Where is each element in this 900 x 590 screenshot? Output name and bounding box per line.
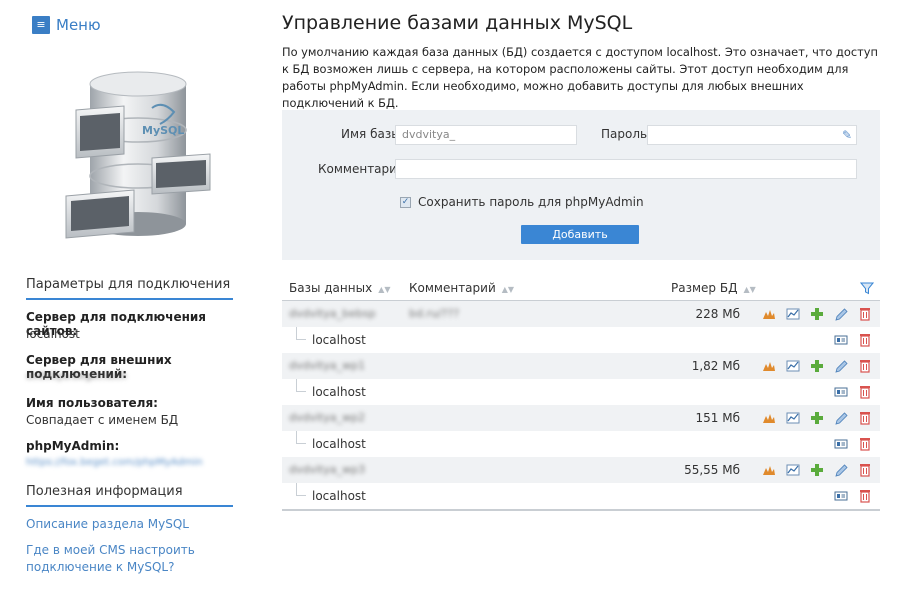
add-access-icon[interactable]: [810, 462, 824, 478]
col-comment-header[interactable]: Комментарий ▲▼: [409, 281, 514, 295]
add-db-form: Имя базы: dvdvitya_ Пароль: ✎ Комментари…: [282, 110, 880, 260]
username-value: Совпадает с именем БД: [26, 413, 179, 427]
table-row: dvdvitya_bebsp bd.ru/??? 228 Мб: [282, 301, 880, 327]
save-password-label: Сохранить пароль для phpMyAdmin: [418, 195, 644, 209]
col-comment-label: Комментарий: [409, 281, 496, 295]
table-row: dvdvitya_wp2 151 Мб: [282, 405, 880, 431]
access-host: localhost: [312, 437, 366, 451]
db-name: dvdvitya_wp3: [289, 463, 366, 476]
ip-access-icon[interactable]: [834, 488, 848, 504]
edit-icon[interactable]: [834, 410, 848, 426]
menu-button[interactable]: ≡ Меню: [32, 16, 101, 34]
delete-icon[interactable]: [858, 384, 872, 400]
svg-text:MySQL: MySQL: [142, 124, 184, 137]
access-host: localhost: [312, 489, 366, 503]
phpmyadmin-link[interactable]: https://fox.beget.com/phpMyAdmin: [26, 457, 203, 468]
edit-icon[interactable]: [834, 462, 848, 478]
stats-icon[interactable]: [786, 462, 800, 478]
add-access-icon[interactable]: [810, 306, 824, 322]
delete-icon[interactable]: [858, 332, 872, 348]
db-name-input[interactable]: dvdvitya_: [395, 125, 577, 145]
save-password-option[interactable]: ✓ Сохранить пароль для phpMyAdmin: [400, 195, 644, 209]
tree-connector: [296, 431, 306, 444]
access-host: localhost: [312, 333, 366, 347]
magic-wand-icon[interactable]: ✎: [842, 128, 852, 142]
db-name: dvdvitya_wp1: [289, 359, 366, 372]
db-size: 151 Мб: [695, 411, 740, 425]
menu-label: Меню: [56, 16, 101, 34]
sort-icon: ▲▼: [743, 285, 756, 294]
tree-connector: [296, 379, 306, 392]
table-header: Базы данных ▲▼ Комментарий ▲▼ Размер БД ▲▼: [282, 276, 880, 301]
access-host: localhost: [312, 385, 366, 399]
col-size-header[interactable]: Размер БД ▲▼: [671, 281, 756, 295]
delete-icon[interactable]: [858, 462, 872, 478]
connection-params-title: Параметры для подключения: [26, 277, 233, 300]
col-size-label: Размер БД: [671, 281, 738, 295]
phpmyadmin-icon[interactable]: [762, 410, 776, 426]
add-db-button[interactable]: Добавить: [521, 225, 639, 244]
table-row: dvdvitya_wp1 1,82 Мб: [282, 353, 880, 379]
password-label: Пароль:: [601, 127, 652, 141]
ip-access-icon[interactable]: [834, 332, 848, 348]
delete-icon[interactable]: [858, 306, 872, 322]
db-size: 1,82 Мб: [691, 359, 740, 373]
db-name: dvdvitya_wp2: [289, 411, 366, 424]
comment-input[interactable]: [395, 159, 857, 179]
sort-icon: ▲▼: [501, 285, 515, 294]
col-name-label: Базы данных: [289, 281, 373, 295]
stats-icon[interactable]: [786, 410, 800, 426]
password-input[interactable]: ✎: [647, 125, 857, 145]
mysql-section-link[interactable]: Описание раздела MySQL: [26, 516, 189, 533]
delete-icon[interactable]: [858, 358, 872, 374]
ip-access-icon[interactable]: [834, 436, 848, 452]
table-row: localhost: [282, 379, 880, 405]
databases-table: Базы данных ▲▼ Комментарий ▲▼ Размер БД ▲▼ …: [282, 276, 880, 511]
table-row: localhost: [282, 483, 880, 509]
external-server-value: dvdvitya.beget.tech: [26, 371, 127, 382]
intro-text: По умолчанию каждая база данных (БД) соз…: [282, 45, 878, 110]
sidebar: ≡ Меню MySQL Параметры для подключения С…: [0, 0, 250, 590]
stats-icon[interactable]: [786, 306, 800, 322]
edit-icon[interactable]: [834, 306, 848, 322]
cms-connection-link[interactable]: Где в моей CMS настроить подключение к M…: [26, 542, 196, 576]
db-name: dvdvitya_bebsp: [289, 307, 376, 320]
ip-access-icon[interactable]: [834, 384, 848, 400]
phpmyadmin-icon[interactable]: [762, 306, 776, 322]
phpmyadmin-label: phpMyAdmin:: [26, 439, 120, 453]
table-row: dvdvitya_wp3 55,55 Мб: [282, 457, 880, 483]
phpmyadmin-icon[interactable]: [762, 358, 776, 374]
db-size: 55,55 Мб: [684, 463, 740, 477]
col-name-header[interactable]: Базы данных ▲▼: [289, 281, 391, 295]
phpmyadmin-icon[interactable]: [762, 462, 776, 478]
stats-icon[interactable]: [786, 358, 800, 374]
save-password-checkbox[interactable]: ✓: [400, 196, 411, 208]
tree-connector: [296, 327, 306, 340]
useful-info-title: Полезная информация: [26, 484, 233, 507]
table-bottom-border: [282, 509, 880, 511]
table-row: localhost: [282, 327, 880, 353]
page-title: Управление базами данных MySQL: [282, 12, 633, 34]
table-row: localhost: [282, 431, 880, 457]
delete-icon[interactable]: [858, 410, 872, 426]
hamburger-icon: ≡: [32, 16, 50, 34]
delete-icon[interactable]: [858, 436, 872, 452]
add-access-icon[interactable]: [810, 410, 824, 426]
sort-icon: ▲▼: [378, 285, 391, 294]
db-size: 228 Мб: [695, 307, 740, 321]
filter-icon[interactable]: [860, 281, 874, 295]
db-comment: bd.ru/???: [409, 307, 460, 320]
edit-icon[interactable]: [834, 358, 848, 374]
username-label: Имя пользователя:: [26, 396, 158, 410]
delete-icon[interactable]: [858, 488, 872, 504]
sites-server-value: localhost: [26, 327, 80, 341]
mysql-database-illustration: MySQL: [65, 71, 211, 239]
add-access-icon[interactable]: [810, 358, 824, 374]
tree-connector: [296, 483, 306, 496]
